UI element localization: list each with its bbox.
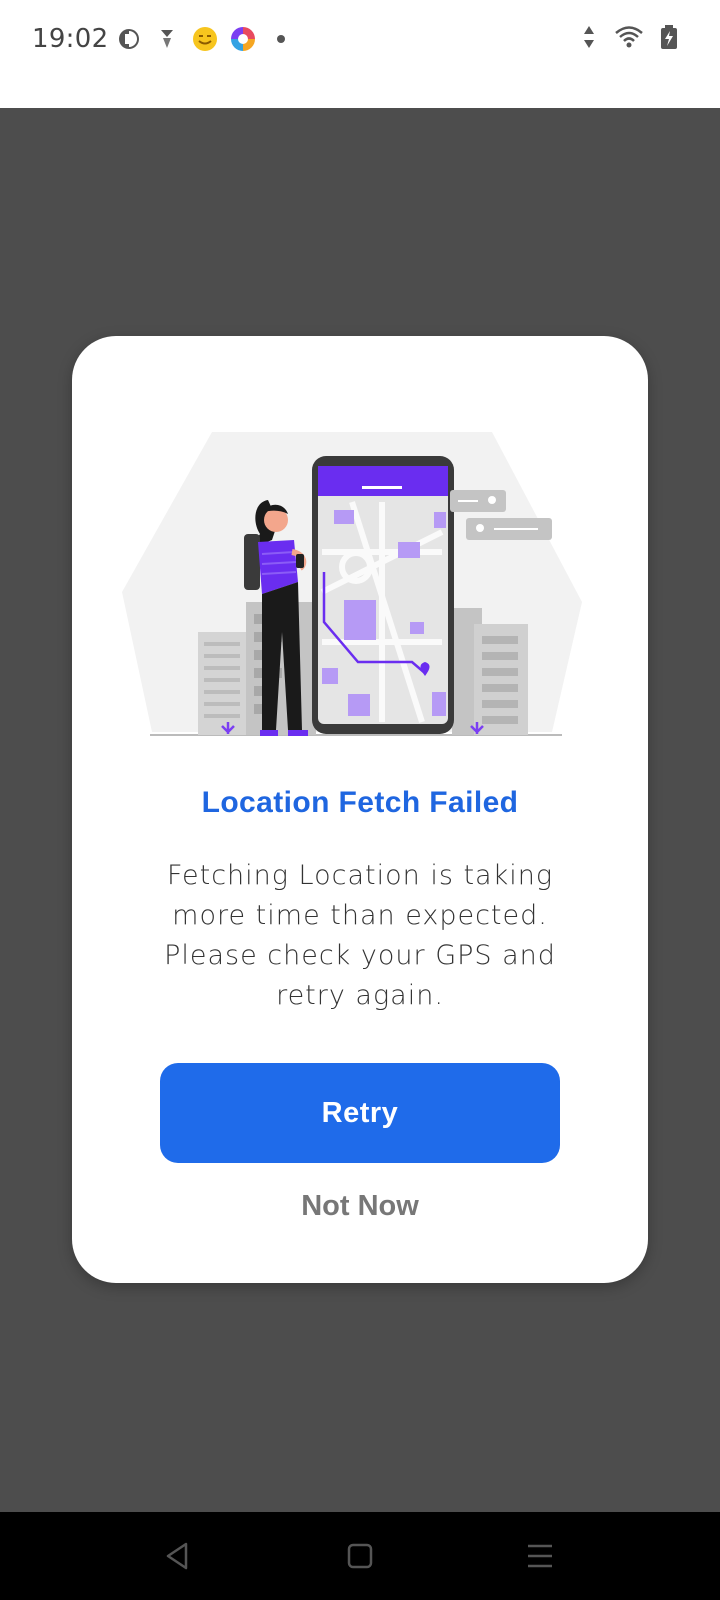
woman-with-phone-map-illustration: [122, 432, 598, 742]
home-icon[interactable]: [336, 1532, 384, 1580]
wifi-icon: [614, 24, 644, 50]
color-app-icon: [230, 26, 256, 52]
navigation-bar: [0, 1512, 720, 1600]
status-bar: 19:02: [0, 0, 720, 108]
not-now-button[interactable]: Not Now: [260, 1178, 460, 1234]
retry-button[interactable]: Retry: [160, 1063, 560, 1163]
data-arrows-icon: [576, 24, 602, 50]
dialog-title: Location Fetch Failed: [201, 786, 519, 819]
dot-icon: [268, 26, 294, 52]
dialog-message: Fetching Location is taking more time th…: [164, 860, 556, 1011]
status-time: 19:02: [32, 24, 109, 54]
status-icons-left: [116, 26, 294, 52]
battery-charging-icon: [656, 24, 682, 50]
privacy-icon: [116, 26, 142, 52]
vpn-icon: [154, 26, 180, 52]
status-icons-right: [576, 24, 682, 50]
emoji-app-icon: [192, 26, 218, 52]
location-failed-dialog: Location Fetch Failed Fetching Location …: [72, 336, 648, 1283]
recents-icon[interactable]: [516, 1532, 564, 1580]
back-icon[interactable]: [154, 1532, 202, 1580]
